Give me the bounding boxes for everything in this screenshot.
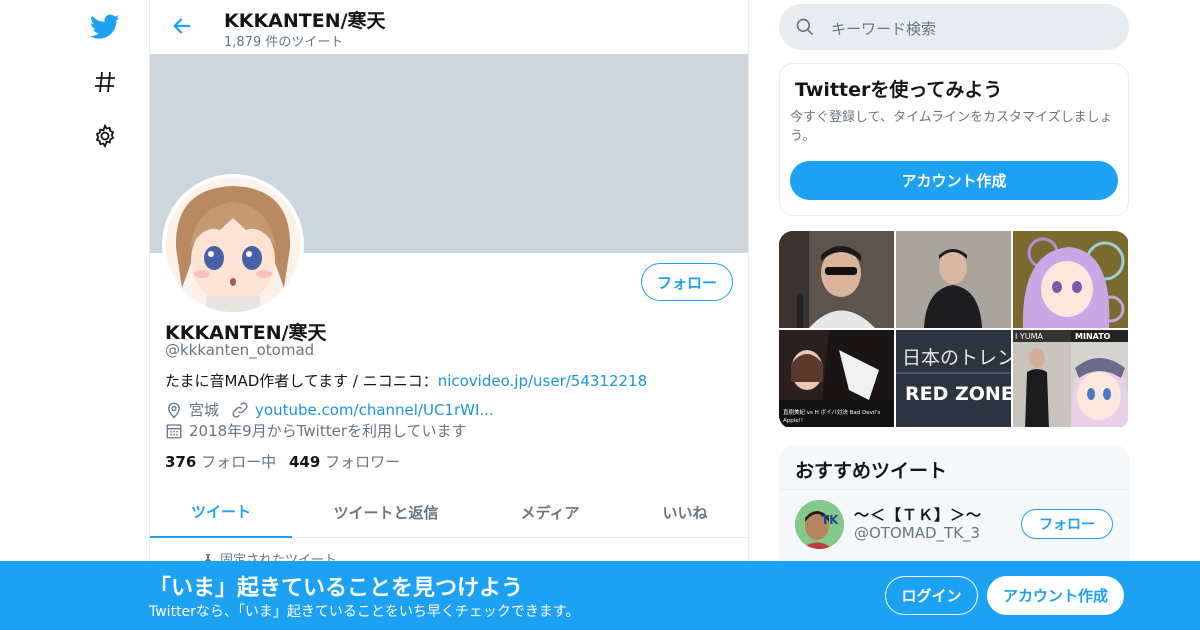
- header-title: KKKANTEN/寒天: [224, 10, 386, 32]
- followers-label: フォロワー: [325, 453, 401, 471]
- profile-bio: たまに音MAD作者してます / ニコニコ：nicovideo.jp/user/5…: [165, 370, 647, 391]
- media-thumb[interactable]: [1013, 231, 1128, 328]
- media-thumb[interactable]: [896, 231, 1011, 328]
- signup-prompt-bar: 「いま」起きていることを見つけよう Twitterなら、「いま」起きていることを…: [0, 561, 1200, 630]
- svg-text:Apple!!: Apple!!: [783, 418, 803, 424]
- back-arrow-icon[interactable]: [168, 12, 196, 40]
- location-icon: [165, 401, 183, 419]
- gear-icon[interactable]: [86, 117, 124, 155]
- website-link[interactable]: youtube.com/channel/UC1rWI...: [255, 401, 494, 419]
- bottom-bar-subtitle: Twitterなら、「いま」起きていることをいち早くチェックできます。: [149, 604, 580, 620]
- profile-header: KKKANTEN/寒天 1,879 件のツイート: [150, 0, 748, 54]
- recommended-user-handle: @OTOMAD_TK_3: [854, 524, 981, 542]
- media-thumb[interactable]: 日本のトレン RED ZONE: [896, 330, 1011, 427]
- profile-column: KKKANTEN/寒天 1,879 件のツイート フォロー KKKANTEN/寒…: [149, 0, 749, 630]
- link-icon: [231, 401, 249, 419]
- signup-button[interactable]: アカウント作成: [987, 576, 1124, 615]
- login-button[interactable]: ログイン: [885, 576, 978, 615]
- following-label: フォロー中: [201, 453, 277, 471]
- bio-text: たまに音MAD作者してます / ニコニコ：: [165, 372, 438, 390]
- tweet-count: 1,879 件のツイート: [224, 35, 344, 50]
- search-input[interactable]: キーワード検索: [779, 4, 1129, 50]
- create-account-button[interactable]: アカウント作成: [790, 161, 1118, 200]
- bottom-bar-title: 「いま」起きていることを見つけよう: [149, 576, 524, 601]
- media-text-red-zone: RED ZONE: [905, 383, 1011, 405]
- followers-stat[interactable]: 449 フォロワー: [289, 451, 400, 472]
- avatar[interactable]: [162, 174, 304, 316]
- hashtag-icon[interactable]: [86, 63, 124, 101]
- recommended-follow-button[interactable]: フォロー: [1021, 509, 1113, 539]
- tab-tweets-replies[interactable]: ツイートと返信: [312, 486, 460, 538]
- tab-media[interactable]: メディア: [490, 486, 610, 538]
- calendar-icon: [165, 422, 183, 440]
- media-thumb[interactable]: I YUMA MINATO: [1013, 330, 1128, 427]
- follow-button[interactable]: フォロー: [641, 263, 733, 301]
- media-thumb[interactable]: 直樹美紀 vs H ボイバ対決 Bad Devil's Apple!!: [779, 330, 894, 427]
- profile-meta: 宮城 youtube.com/channel/UC1rWI...: [165, 399, 494, 420]
- following-count: 376: [165, 453, 197, 471]
- tab-tweets[interactable]: ツイート: [150, 486, 292, 538]
- following-stat[interactable]: 376 フォロー中: [165, 451, 276, 472]
- bio-link[interactable]: nicovideo.jp/user/54312218: [438, 372, 647, 390]
- media-grid: 直樹美紀 vs H ボイバ対決 Bad Devil's Apple!! 日本のトレ…: [779, 231, 1129, 429]
- joined-text: 2018年9月からTwitterを利用しています: [189, 422, 467, 440]
- svg-text:直樹美紀 vs H ボイバ対決 Bad Devil's: 直樹美紀 vs H ボイバ対決 Bad Devil's: [783, 408, 880, 416]
- recommended-title: おすすめツイート: [795, 460, 948, 482]
- signup-card: Twitterを使ってみよう 今すぐ登録して、タイムラインをカスタマイズしましょ…: [779, 63, 1129, 216]
- tab-likes[interactable]: いいね: [630, 486, 740, 538]
- recommended-user-name[interactable]: ～＜【ＴＫ】＞～: [854, 504, 982, 525]
- followers-count: 449: [289, 453, 321, 471]
- search-placeholder: キーワード検索: [831, 20, 937, 38]
- divider: [779, 489, 1129, 490]
- media-thumb[interactable]: [779, 231, 894, 328]
- signup-card-title: Twitterを使ってみよう: [795, 79, 1003, 101]
- profile-tabs: ツイート ツイートと返信 メディア いいね: [150, 486, 748, 538]
- media-text-yuma: I YUMA: [1015, 332, 1044, 341]
- signup-card-text: 今すぐ登録して、タイムラインをカスタマイズしましょう。: [790, 110, 1113, 144]
- media-text-minato: MINATO: [1075, 332, 1111, 341]
- twitter-logo-icon[interactable]: [86, 8, 124, 46]
- profile-handle: @kkkanten_otomad: [165, 341, 315, 359]
- left-nav: [0, 0, 150, 630]
- search-icon: [795, 17, 815, 37]
- joined-row: 2018年9月からTwitterを利用しています: [165, 420, 467, 441]
- avatar[interactable]: TK: [795, 500, 844, 549]
- location-text: 宮城: [189, 401, 220, 419]
- media-text-nihon: 日本のトレン: [902, 347, 1011, 369]
- rec-avatar-text: TK: [821, 513, 839, 527]
